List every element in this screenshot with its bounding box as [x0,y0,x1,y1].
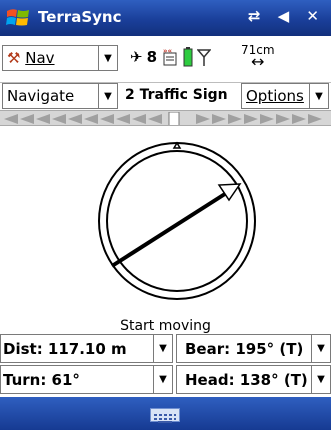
options-dropdown[interactable]: Options ▼ [241,83,329,109]
antenna-arrow-icon: ↔ [251,52,265,71]
navigation-status: Start moving [120,318,211,334]
keyboard-icon[interactable] [150,408,180,423]
section-dropdown[interactable]: ⚒ Nav ▼ [2,45,118,71]
navigation-bar: Navigate ▼ 2 Traffic Sign Options ▼ [0,82,331,110]
windows-logo-icon[interactable] [5,5,31,31]
chevron-down-icon[interactable]: ▼ [153,366,172,393]
chevron-down-icon[interactable]: ▼ [311,366,330,393]
chevron-down-icon[interactable]: ▼ [309,84,328,108]
distance-value: Dist: 117.10 m [3,339,127,358]
chevron-down-icon[interactable]: ▼ [153,335,172,362]
pickaxe-icon: ⚒ [7,49,21,67]
gnss-receiver-icon: »« [163,47,177,66]
distance-field[interactable]: Dist: 117.10 m ▼ [0,334,173,363]
chevron-down-icon[interactable]: ▼ [98,46,117,70]
chevron-down-icon[interactable]: ▼ [98,84,117,108]
app-title: TerraSync [38,8,122,26]
target-feature: 2 Traffic Sign [125,87,228,103]
satellite-count: 8 [146,48,158,66]
bottom-taskbar [0,397,331,430]
satellite-icon: ✈ [130,48,143,66]
mode-dropdown[interactable]: Navigate ▼ [2,83,118,109]
section-label: ⚒ Nav [7,49,55,67]
turn-field[interactable]: Turn: 61° ▼ [0,365,173,394]
battery-icon [183,47,193,67]
antenna-icon [197,49,212,66]
options-label: Options [246,87,304,105]
heading-value: Head: 138° (T) [185,370,308,389]
compass-icon [98,141,256,300]
chevron-down-icon[interactable]: ▼ [311,335,330,362]
compass-panel [0,126,331,318]
svg-text:»«: »« [163,47,172,55]
bearing-value: Bear: 195° (T) [185,339,304,358]
heading-field[interactable]: Head: 138° (T) ▼ [176,365,331,394]
title-bar: TerraSync ⇄ ◀ ✕ [0,0,331,36]
gnss-status[interactable]: ✈ 8 »« [130,47,212,67]
antenna-height[interactable]: 71cm ↔ [241,44,275,71]
mode-label: Navigate [7,87,75,105]
status-icons[interactable]: ⇄ ◀ ✕ [248,7,325,25]
steering-arrows-icon [4,111,322,125]
steering-bar [0,110,331,126]
turn-value: Turn: 61° [3,370,80,389]
bearing-field[interactable]: Bear: 195° (T) ▼ [176,334,331,363]
status-toolbar: ⚒ Nav ▼ ✈ 8 »« 71cm ↔ [0,37,331,83]
